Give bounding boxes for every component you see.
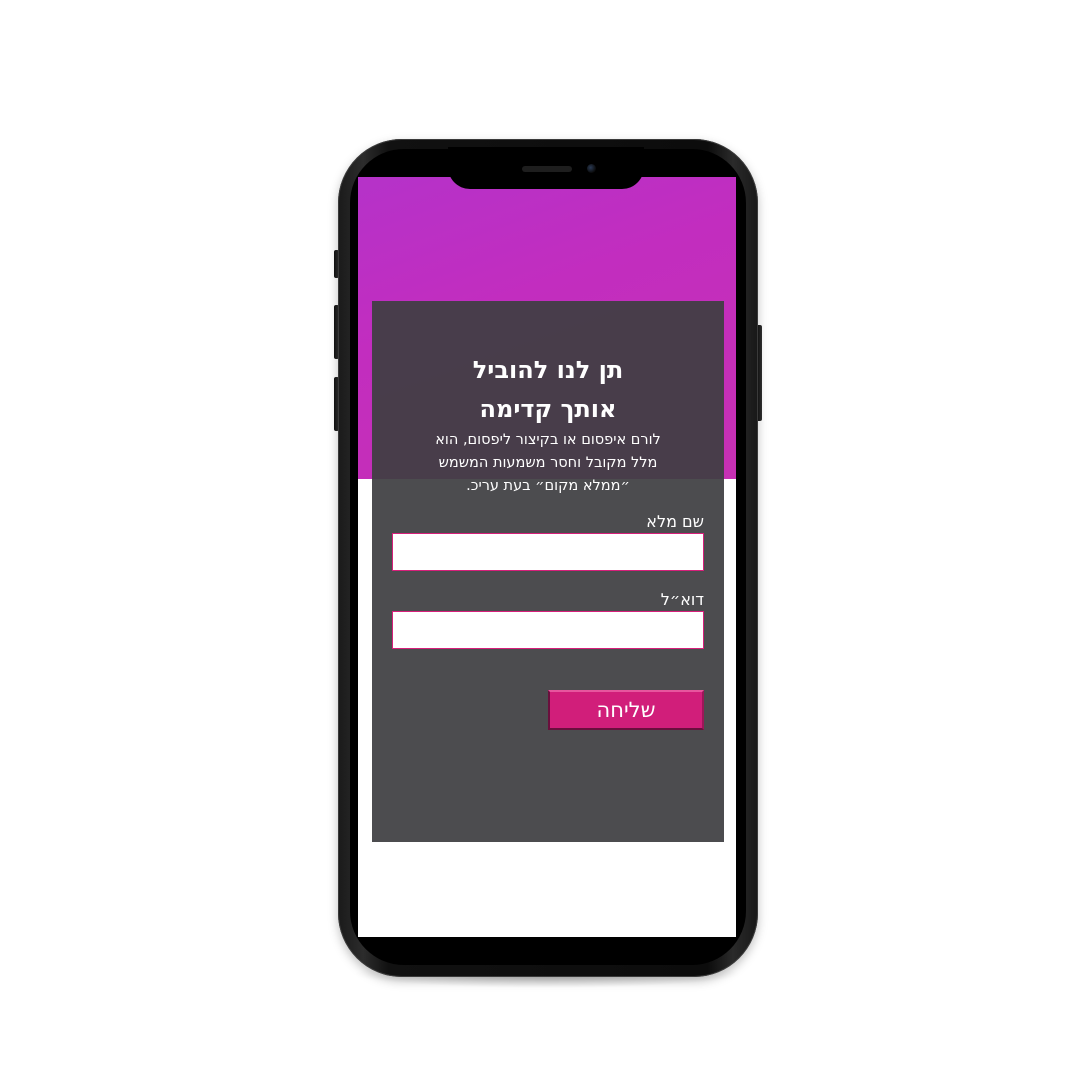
front-camera — [587, 164, 596, 173]
phone-screen: תן לנו להוביל אותך קדימה לורם איפסום או … — [358, 177, 736, 937]
email-input[interactable] — [392, 611, 704, 649]
form-description-line-1: לורם איפסום או בקיצור ליפסום, הוא — [435, 432, 661, 448]
earpiece-speaker — [522, 166, 572, 172]
form-title-line-1: תן לנו להוביל — [472, 356, 624, 384]
mockup-stage: תן לנו להוביל אותך קדימה לורם איפסום או … — [0, 0, 1080, 1080]
form-title: תן לנו להוביל אותך קדימה — [372, 351, 724, 429]
contact-form-card: תן לנו להוביל אותך קדימה לורם איפסום או … — [372, 301, 724, 842]
submit-button[interactable]: שליחה — [548, 690, 704, 730]
form-description-line-3: ״ממלא מקום״ בעת עריכ. — [466, 478, 630, 494]
email-label: דוא״ל — [660, 590, 704, 609]
full-name-input[interactable] — [392, 533, 704, 571]
form-title-line-2: אותך קדימה — [479, 395, 617, 423]
form-description: לורם איפסום או בקיצור ליפסום, הוא מלל מק… — [412, 429, 684, 498]
form-description-line-2: מלל מקובל וחסר משמעות המשמש — [438, 455, 658, 471]
full-name-label: שם מלא — [646, 512, 704, 531]
